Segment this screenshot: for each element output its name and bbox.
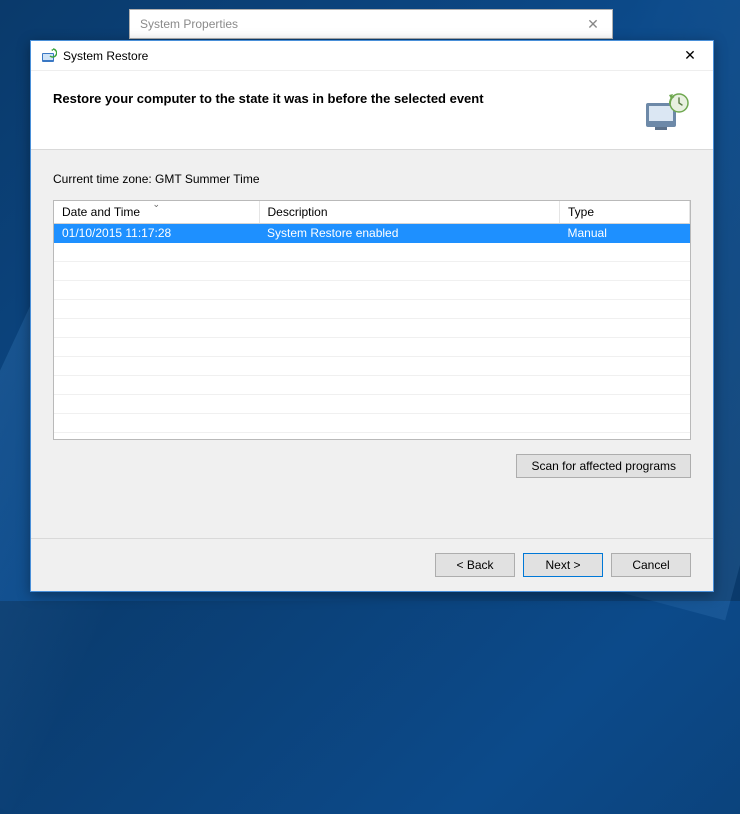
- close-button[interactable]: ✕: [675, 46, 705, 66]
- dialog-header: Restore your computer to the state it wa…: [31, 71, 713, 150]
- column-header-type[interactable]: Type: [560, 201, 690, 224]
- restore-graphic-icon: [643, 91, 691, 131]
- system-restore-dialog: System Restore ✕ Restore your computer t…: [30, 40, 714, 592]
- table-row: .: [54, 357, 690, 376]
- table-row: .: [54, 300, 690, 319]
- dialog-content: Current time zone: GMT Summer Time ⌄ Dat…: [31, 150, 713, 538]
- table-row: .: [54, 319, 690, 338]
- close-icon[interactable]: ✕: [584, 16, 602, 33]
- table-row: .: [54, 262, 690, 281]
- cell-description: System Restore enabled: [259, 224, 560, 243]
- table-row: .: [54, 338, 690, 357]
- table-row: .: [54, 395, 690, 414]
- timezone-label: Current time zone: GMT Summer Time: [53, 172, 691, 186]
- system-restore-icon: [41, 48, 57, 64]
- table-row: .: [54, 376, 690, 395]
- sort-indicator-icon: ⌄: [152, 200, 160, 210]
- restore-points-table: ⌄ Date and Time Description Type 01/10/2…: [53, 200, 691, 440]
- column-header-description[interactable]: Description: [259, 201, 560, 224]
- titlebar: System Restore ✕: [31, 41, 713, 71]
- table-row: .: [54, 243, 690, 262]
- dialog-heading: Restore your computer to the state it wa…: [53, 91, 623, 106]
- dialog-footer: < Back Next > Cancel: [31, 538, 713, 591]
- cell-type: Manual: [560, 224, 690, 243]
- cancel-button[interactable]: Cancel: [611, 553, 691, 577]
- cell-date: 01/10/2015 11:17:28: [54, 224, 259, 243]
- background-window-title: System Properties: [140, 17, 238, 31]
- table-row: .: [54, 414, 690, 433]
- scan-affected-programs-button[interactable]: Scan for affected programs: [516, 454, 691, 478]
- scan-row: Scan for affected programs: [53, 454, 691, 478]
- background-window-titlebar: System Properties ✕: [129, 9, 613, 39]
- next-button[interactable]: Next >: [523, 553, 603, 577]
- back-button[interactable]: < Back: [435, 553, 515, 577]
- dialog-title: System Restore: [63, 49, 148, 63]
- table-row[interactable]: 01/10/2015 11:17:28 System Restore enabl…: [54, 224, 690, 243]
- column-header-date[interactable]: ⌄ Date and Time: [54, 201, 259, 224]
- table-header-row: ⌄ Date and Time Description Type: [54, 201, 690, 224]
- table-row: .: [54, 281, 690, 300]
